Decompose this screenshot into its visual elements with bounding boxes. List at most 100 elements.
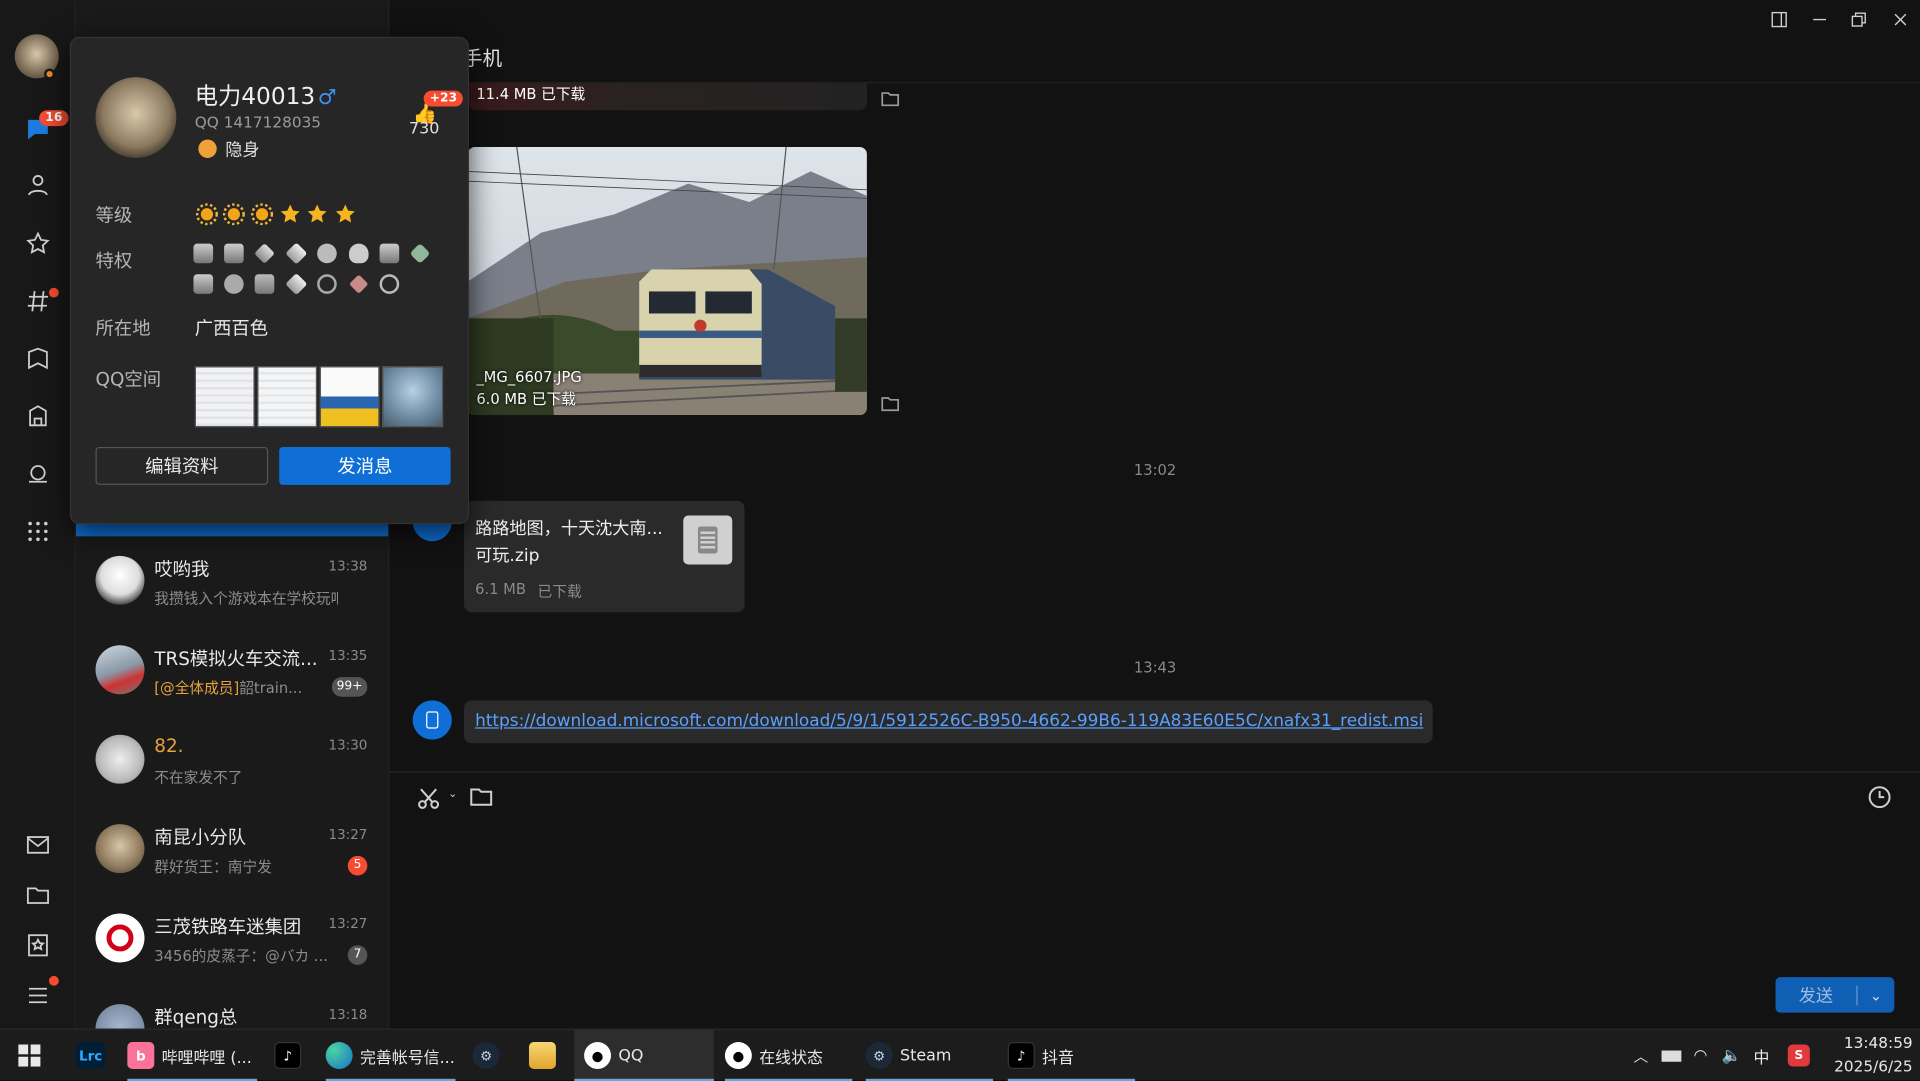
list-item[interactable]: 哎哟我 13:38 我攒钱入个游戏本在学校玩吧 — [76, 539, 388, 628]
list-item[interactable]: 群qeng总 13:18 — [76, 987, 388, 1029]
send-message-button[interactable]: 发消息 — [279, 446, 451, 485]
taskbar-steam[interactable]: ⚙ Steam — [865, 1030, 994, 1081]
profile-name-row: 电力40013 ♂ — [195, 78, 337, 111]
level-label: 等级 — [95, 204, 133, 227]
tray-overflow-icon[interactable]: ︿ — [1633, 1030, 1648, 1081]
chat-time: 13:18 — [328, 1006, 368, 1023]
ime-indicator[interactable]: 中 — [1753, 1030, 1769, 1081]
pet-icon[interactable] — [20, 456, 57, 493]
qzone-thumbnail[interactable] — [194, 366, 255, 428]
taskbar-explorer[interactable] — [528, 1030, 563, 1081]
screenshot-icon[interactable] — [416, 786, 440, 815]
chat-preview: 我攒钱入个游戏本在学校玩吧 — [154, 590, 338, 608]
chat-header: 手机 — [389, 0, 1920, 84]
history-icon[interactable] — [1867, 785, 1891, 814]
profile-avatar[interactable] — [95, 77, 177, 158]
photo-info: 6.0 MB 已下载 — [476, 390, 576, 408]
qq-number: QQ 1417128035 — [194, 112, 322, 132]
bookmark-icon[interactable] — [20, 927, 57, 964]
start-button[interactable] — [17, 1030, 41, 1081]
list-item[interactable]: TRS模拟火车交流... 13:35 [@全体成员]韶train... 99+ — [76, 628, 388, 717]
restore-icon[interactable] — [1850, 10, 1867, 33]
zip-name-line1: 路路地图，十天沈大南... — [475, 519, 663, 539]
close-icon[interactable] — [1892, 10, 1909, 33]
railway-logo-icon — [106, 924, 134, 952]
send-button-group: 发送 ⌄ — [1775, 977, 1895, 1013]
mention-tag: [@全体成员] — [154, 679, 240, 697]
zip-size: 6.1 MB — [475, 580, 526, 598]
chat-name: 哎哟我 — [154, 558, 210, 581]
edge-icon — [325, 1042, 353, 1069]
contacts-icon[interactable] — [20, 167, 57, 204]
list-item[interactable]: 南昆小分队 13:27 群好货王：南宁发 5 — [76, 807, 388, 896]
file-icon[interactable] — [469, 785, 493, 814]
avatar — [95, 555, 145, 605]
status-dot — [44, 68, 56, 80]
file-message-1[interactable]: 11.4 MB 已下载 — [467, 83, 867, 111]
minimize-icon[interactable] — [1811, 10, 1828, 33]
taskbar-label: QQ — [618, 1046, 644, 1065]
tiktok-icon: ♪ — [274, 1042, 302, 1069]
taskbar-douyin-app[interactable]: ♪ — [274, 1030, 308, 1081]
sender-avatar[interactable] — [412, 700, 452, 740]
taskbar-label: 抖音 — [1042, 1048, 1074, 1068]
folder-icon[interactable] — [20, 877, 57, 914]
send-options-chevron-icon[interactable]: ⌄ — [1858, 986, 1895, 1003]
star-icon — [307, 204, 327, 223]
clock-date[interactable]: 2025/6/25 — [1815, 1057, 1912, 1075]
taskbar-edge[interactable]: 完善帐号信... — [325, 1030, 456, 1081]
taskbar-online-status[interactable]: ● 在线状态 — [724, 1030, 853, 1081]
online-status[interactable]: 隐身 — [225, 137, 259, 161]
zip-file-icon — [683, 515, 733, 565]
channels-dot — [48, 287, 59, 298]
taskbar-lightroom[interactable]: Lrc — [75, 1030, 113, 1081]
chat-name: 82. — [154, 734, 184, 757]
unread-count: 7 — [347, 945, 368, 965]
qzone-thumbnail[interactable] — [319, 366, 380, 428]
steam-icon: ⚙ — [865, 1042, 893, 1069]
taskbar-douyin[interactable]: ♪ 抖音 — [1007, 1030, 1136, 1081]
send-button[interactable]: 发送 — [1776, 983, 1857, 1007]
taskbar-label: Steam — [900, 1046, 952, 1065]
chevron-down-icon[interactable]: ⌄ — [448, 789, 457, 801]
male-icon: ♂ — [317, 85, 337, 111]
qzone-thumbnail[interactable] — [257, 366, 318, 428]
file-message-zip[interactable]: 路路地图，十天沈大南... 可玩.zip 6.1 MB 已下载 — [464, 500, 745, 613]
edit-profile-button[interactable]: 编辑资料 — [95, 446, 269, 485]
volume-icon[interactable]: 🔈 — [1722, 1030, 1742, 1081]
sidebar-toggle-icon[interactable] — [1771, 10, 1788, 33]
taskbar-bilibili[interactable]: b 哔哩哔哩 (... — [127, 1030, 258, 1081]
chat-name: 群qeng总 — [154, 1006, 238, 1029]
taskbar-steam-pinned[interactable]: ⚙ — [472, 1030, 507, 1081]
qzone-thumbnails[interactable] — [194, 366, 445, 428]
sogou-icon[interactable]: S — [1787, 1030, 1817, 1081]
left-rail: 16 — [0, 0, 76, 1029]
qzone-thumbnail[interactable] — [382, 366, 444, 428]
download-link[interactable]: https://download.microsoft.com/download/… — [475, 711, 1423, 731]
lightroom-icon: Lrc — [75, 1042, 106, 1069]
file-explorer-icon — [528, 1042, 556, 1069]
list-item[interactable]: 三茂铁路车迷集团 13:27 3456的皮蒸子：@バカ ... 7 — [76, 896, 388, 985]
battery-icon[interactable] — [1661, 1030, 1682, 1081]
bilibili-icon: b — [127, 1042, 155, 1069]
open-folder-icon[interactable] — [880, 89, 900, 113]
taskbar-label: 哔哩哔哩 (... — [161, 1048, 252, 1068]
more-apps-icon[interactable] — [20, 513, 57, 550]
open-folder-icon[interactable] — [880, 394, 900, 418]
clock-time[interactable]: 13:48:59 — [1815, 1033, 1913, 1051]
photo-message[interactable]: _MG_6607.JPG 6.0 MB 已下载 — [467, 146, 867, 416]
taskbar-qq[interactable]: ● QQ — [574, 1029, 714, 1081]
gem-icon — [409, 243, 431, 264]
diamond-icon — [285, 242, 308, 265]
favorites-icon[interactable] — [20, 225, 57, 262]
games-icon[interactable] — [20, 340, 57, 377]
chat-preview: 3456的皮蒸子：@バカ ... — [154, 947, 328, 965]
list-item[interactable]: 82. 13:30 不在家发不了 — [76, 718, 388, 807]
chat-name: 三茂铁路车迷集团 — [154, 915, 302, 938]
gem-icon — [349, 274, 369, 294]
wifi-icon[interactable]: ◠ — [1693, 1030, 1707, 1081]
apps-icon[interactable] — [20, 398, 57, 435]
mail-icon[interactable] — [20, 827, 57, 864]
link-message: https://download.microsoft.com/download/… — [464, 700, 1433, 744]
location-label: 所在地 — [95, 317, 151, 340]
